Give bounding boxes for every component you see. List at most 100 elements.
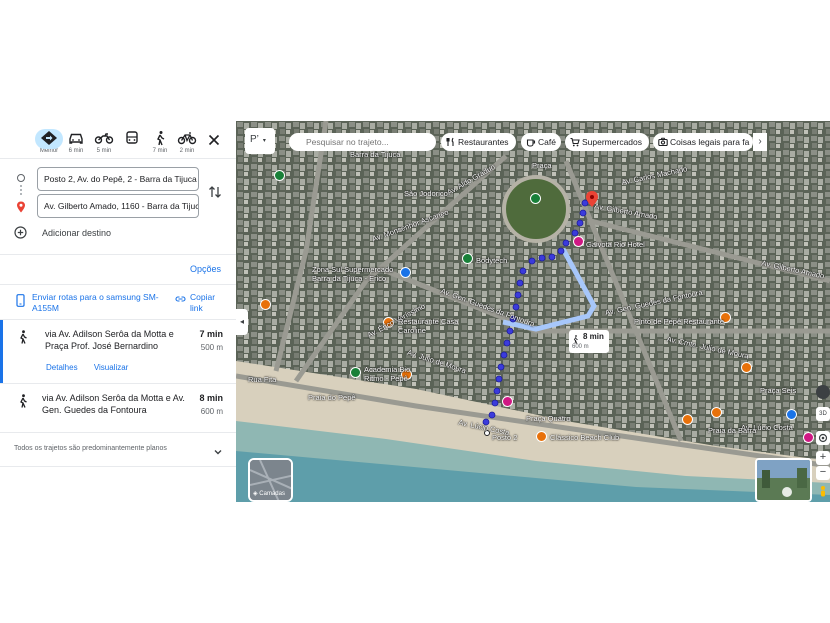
callout-time: 8 min	[583, 332, 604, 341]
divider	[0, 254, 236, 255]
mode-label: 5 min	[96, 148, 112, 154]
chip-restaurants[interactable]: Restaurantes	[441, 133, 516, 151]
cart-icon	[570, 137, 580, 147]
pegman-icon	[821, 486, 825, 497]
park-marker-icon[interactable]	[274, 170, 285, 181]
divider	[0, 432, 236, 433]
restaurant-marker-icon[interactable]	[682, 414, 693, 425]
route-time: 8 min	[199, 393, 223, 403]
add-destination-label: Adicionar destino	[42, 228, 112, 238]
compass-button[interactable]	[816, 385, 830, 399]
collapse-panel-button[interactable]: ◂	[236, 309, 248, 335]
chip-label: Restaurantes	[458, 137, 509, 147]
hotel-marker-icon[interactable]	[803, 432, 814, 443]
plus-icon: +	[819, 451, 827, 463]
mode-motorcycle[interactable]: 5 min	[89, 127, 119, 157]
route-via-label: via Av. Adilson Serôa da Motta e Av. Gen…	[42, 393, 185, 415]
chip-cafe[interactable]: Café	[521, 133, 561, 151]
route-distance: 600 m	[200, 407, 223, 416]
origin-circle-icon	[17, 174, 25, 182]
park-marker-icon[interactable]	[530, 193, 541, 204]
map-label: Bodytech	[476, 256, 508, 265]
mode-label: 7 min	[152, 148, 168, 154]
send-to-phone-label: Enviar rotas para o samsung SM-A155M	[32, 292, 159, 313]
preview-link[interactable]: Visualizar	[94, 363, 129, 372]
chevron-left-icon: ◂	[239, 317, 244, 326]
chip-label: Coisas legais para fa	[670, 137, 750, 147]
route-option-1[interactable]: via Av. Adilson Serôa da Motta e Praça P…	[0, 320, 236, 383]
options-button[interactable]: Opções	[190, 264, 221, 274]
map-label: São Jodorico	[404, 189, 448, 198]
layers-button[interactable]: ◈ Camadas	[248, 458, 293, 502]
diamond-directions-icon	[39, 130, 59, 146]
restaurant-icon	[446, 137, 454, 146]
layers-label: ◈ Camadas	[253, 490, 285, 497]
chip-label: Supermercados	[582, 137, 643, 147]
restaurant-marker-icon[interactable]	[741, 362, 752, 373]
chip-things-to-do[interactable]: Coisas legais para fa	[653, 133, 753, 151]
chips-next-button[interactable]: ›	[753, 133, 767, 151]
route-via-label: via Av. Adilson Serôa da Motta e Praça P…	[45, 329, 174, 351]
divider	[0, 466, 236, 467]
expand-note-button[interactable]	[213, 444, 223, 455]
map-label: Praia da Barra	[708, 426, 757, 435]
map-label: Praça Quatro	[526, 414, 571, 423]
map-label: Praça	[532, 161, 552, 170]
walk-icon	[20, 330, 27, 344]
chip-supermarkets[interactable]: Supermercados	[565, 133, 649, 151]
gym-marker-icon[interactable]	[350, 367, 361, 378]
hotel-marker-icon[interactable]	[573, 236, 584, 247]
satellite-map	[236, 121, 830, 502]
route-actions: Detalhes Visualizar	[46, 363, 142, 372]
route-dots-icon	[20, 185, 22, 197]
mode-transit[interactable]	[117, 127, 147, 157]
coffee-icon	[526, 139, 536, 147]
language-dropdown[interactable]: P’ ▾	[245, 128, 275, 154]
phone-icon	[16, 294, 25, 307]
zoom-in-button[interactable]: +	[816, 451, 830, 465]
details-link[interactable]: Detalhes	[46, 363, 78, 372]
destination-input[interactable]: Av. Gilberto Amado, 1160 - Barra da Tiju…	[37, 194, 199, 218]
map-label: Restaurante Casa Caroline	[398, 317, 459, 335]
search-along-route-input[interactable]	[289, 133, 436, 151]
close-directions-button[interactable]	[206, 132, 222, 148]
map-canvas[interactable]: P’▾ Restaurantes Café Supermercados Cois…	[236, 121, 830, 502]
map-label: Rua Fita	[248, 375, 277, 384]
map-label: Clássico Beach Club	[550, 433, 620, 442]
mode-label: 6 min	[68, 148, 84, 154]
walk-icon	[573, 335, 578, 344]
hotel-marker-icon[interactable]	[502, 396, 513, 407]
directions-panel: Melhor 6 min 5 min 7 min 2 min Posto 2, …	[0, 121, 236, 502]
mode-walk[interactable]: 7 min	[145, 127, 175, 157]
route-option-2[interactable]: via Av. Adilson Serôa da Motta e Av. Gen…	[0, 384, 236, 432]
restaurant-marker-icon[interactable]	[260, 299, 271, 310]
origin-input[interactable]: Posto 2, Av. do Pepê, 2 - Barra da Tijuc…	[37, 167, 199, 191]
swap-arrows-icon	[209, 186, 221, 198]
route-time-callout[interactable]: 8 min 600 m	[569, 330, 609, 353]
info-marker-icon[interactable]	[786, 409, 797, 420]
car-icon	[66, 130, 86, 146]
chip-label: Café	[538, 137, 556, 147]
pegman-button[interactable]	[816, 485, 830, 499]
mode-car[interactable]: 6 min	[61, 127, 91, 157]
map-label: Praça Seis	[760, 386, 797, 395]
map-label: Pinto de Pepê Restaurante	[634, 317, 725, 326]
map-label: Zona Sul Supermercado Barra da Tijuca - …	[312, 265, 394, 283]
street-view-thumbnail[interactable]	[755, 458, 812, 502]
copy-link-label: Copiar link	[190, 292, 216, 313]
swap-button[interactable]	[208, 184, 222, 200]
zoom-out-button[interactable]: −	[816, 466, 830, 480]
my-location-button[interactable]	[816, 431, 830, 445]
3d-toggle-button[interactable]: 3D	[816, 407, 830, 421]
gym-marker-icon[interactable]	[462, 253, 473, 264]
mode-bike[interactable]: 2 min	[172, 127, 202, 157]
mode-best[interactable]: Melhor	[34, 127, 64, 157]
restaurant-marker-icon[interactable]	[711, 407, 722, 418]
walk-icon	[20, 394, 27, 408]
language-label: P’	[250, 134, 259, 145]
mode-underline	[0, 158, 236, 159]
beach-club-marker-icon[interactable]	[536, 431, 547, 442]
divider	[0, 284, 236, 285]
travel-mode-bar: Melhor 6 min 5 min 7 min 2 min	[0, 121, 236, 159]
map-label: Posto 2	[492, 433, 518, 442]
